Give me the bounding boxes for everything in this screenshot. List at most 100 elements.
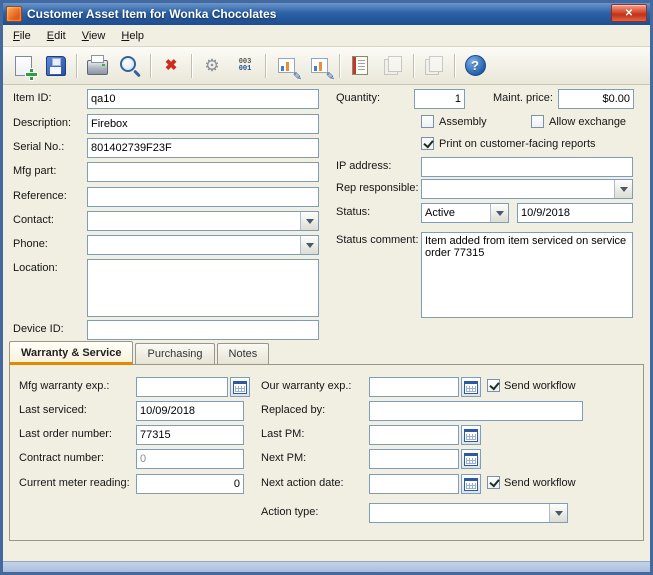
phone-value xyxy=(88,236,300,254)
toolbar-separator xyxy=(413,53,414,78)
send-workflow-warranty-checkbox[interactable] xyxy=(487,379,500,392)
mfg-warranty-exp-label: Mfg warranty exp.: xyxy=(19,380,110,392)
next-pm-calendar-button[interactable] xyxy=(461,449,481,469)
copy-button[interactable] xyxy=(418,50,450,82)
toolbar-separator xyxy=(76,53,77,78)
menu-help[interactable]: Help xyxy=(113,27,152,45)
customer-asset-item-window: Customer Asset Item for Wonka Chocolates… xyxy=(0,0,653,575)
save-button[interactable] xyxy=(40,50,72,82)
tab-warranty-service[interactable]: Warranty & Service xyxy=(9,341,134,365)
ip-address-label: IP address: xyxy=(336,160,392,172)
close-button[interactable]: ✕ xyxy=(611,4,647,22)
assembly-checkbox[interactable] xyxy=(421,115,434,128)
maint-price-input[interactable] xyxy=(558,89,634,109)
print-button[interactable] xyxy=(81,50,113,82)
mfg-warranty-exp-input[interactable] xyxy=(136,377,228,397)
menu-bar: File Edit View Help xyxy=(3,25,650,47)
toolbar-separator xyxy=(454,53,455,78)
serial-numbers-icon: 003 001 xyxy=(238,57,252,73)
chevron-down-icon[interactable] xyxy=(300,212,318,230)
our-warranty-exp-calendar-button[interactable] xyxy=(461,377,481,397)
chevron-down-icon[interactable] xyxy=(490,204,508,222)
tab-notes[interactable]: Notes xyxy=(216,343,270,364)
contact-combobox[interactable] xyxy=(87,211,319,231)
current-meter-reading-input[interactable] xyxy=(136,474,244,494)
status-date-input[interactable] xyxy=(517,203,633,223)
allow-exchange-label: Allow exchange xyxy=(549,116,627,128)
contact-label: Contact: xyxy=(13,214,54,226)
schedule-button[interactable]: ✎ xyxy=(303,50,335,82)
chevron-down-icon[interactable] xyxy=(300,236,318,254)
next-pm-input[interactable] xyxy=(369,449,459,469)
menu-view[interactable]: View xyxy=(74,27,114,45)
location-textarea[interactable] xyxy=(87,259,319,317)
contract-number-input[interactable] xyxy=(136,449,244,469)
rep-responsible-value xyxy=(422,180,614,198)
delete-icon: ✖ xyxy=(164,57,178,74)
ip-address-input[interactable] xyxy=(421,157,633,177)
print-reports-checkbox[interactable] xyxy=(421,137,434,150)
chevron-down-icon[interactable] xyxy=(549,504,567,522)
device-id-input[interactable] xyxy=(87,320,319,340)
our-warranty-exp-input[interactable] xyxy=(369,377,459,397)
phone-combobox[interactable] xyxy=(87,235,319,255)
analysis-button[interactable]: ✎ xyxy=(270,50,302,82)
status-comment-textarea[interactable]: Item added from item serviced on service… xyxy=(421,232,633,318)
menu-edit[interactable]: Edit xyxy=(39,27,74,45)
send-workflow-action-label: Send workflow xyxy=(504,477,576,489)
current-meter-reading-label: Current meter reading: xyxy=(19,477,130,489)
note-button[interactable] xyxy=(344,50,376,82)
calendar-icon xyxy=(464,380,478,394)
reference-input[interactable] xyxy=(87,187,319,207)
last-pm-input[interactable] xyxy=(369,425,459,445)
zoom-icon xyxy=(120,55,136,72)
serial-no-input[interactable] xyxy=(87,138,319,158)
app-icon xyxy=(6,6,22,22)
serial-numbers-button[interactable]: 003 001 xyxy=(229,50,261,82)
tab-purchasing[interactable]: Purchasing xyxy=(135,343,215,364)
save-icon xyxy=(46,55,66,76)
last-serviced-input[interactable] xyxy=(136,401,244,421)
chevron-down-icon[interactable] xyxy=(614,180,632,198)
title-bar: Customer Asset Item for Wonka Chocolates… xyxy=(3,3,650,25)
item-id-input[interactable] xyxy=(87,89,319,109)
mfg-warranty-exp-calendar-button[interactable] xyxy=(230,377,250,397)
last-pm-label: Last PM: xyxy=(261,428,305,440)
next-action-date-input[interactable] xyxy=(369,474,459,494)
delete-button[interactable]: ✖ xyxy=(155,50,187,82)
last-pm-calendar-button[interactable] xyxy=(461,425,481,445)
device-id-label: Device ID: xyxy=(13,323,64,335)
assembly-label: Assembly xyxy=(439,116,487,128)
allow-exchange-checkbox[interactable] xyxy=(531,115,544,128)
phone-label: Phone: xyxy=(13,238,48,250)
note-icon xyxy=(352,56,368,75)
process-button[interactable]: ⚙ xyxy=(196,50,228,82)
next-action-date-calendar-button[interactable] xyxy=(461,474,481,494)
gear-icon: ⚙ xyxy=(204,56,220,75)
quantity-input[interactable] xyxy=(414,89,465,109)
action-type-combobox[interactable] xyxy=(369,503,568,523)
description-input[interactable] xyxy=(87,114,319,134)
help-button[interactable]: ? xyxy=(459,50,491,82)
toolbar: ✖ ⚙ 003 001 ✎ ✎ ? xyxy=(3,47,650,85)
mfg-part-input[interactable] xyxy=(87,162,319,182)
new-record-button[interactable] xyxy=(7,50,39,82)
rep-responsible-combobox[interactable] xyxy=(421,179,633,199)
zoom-button[interactable] xyxy=(114,50,146,82)
status-comment-label: Status comment: xyxy=(336,234,419,246)
copy-icon xyxy=(425,56,443,75)
menu-file[interactable]: File xyxy=(5,27,39,45)
last-order-number-input[interactable] xyxy=(136,425,244,445)
replaced-by-label: Replaced by: xyxy=(261,404,326,416)
contract-number-label: Contract number: xyxy=(19,452,104,464)
rep-responsible-label: Rep responsible: xyxy=(336,182,419,194)
form-body: Item ID: Description: Serial No.: Mfg pa… xyxy=(3,85,650,562)
action-type-value xyxy=(370,504,549,522)
pencil-icon: ✎ xyxy=(325,70,335,83)
links-button[interactable] xyxy=(377,50,409,82)
replaced-by-input[interactable] xyxy=(369,401,583,421)
last-order-number-label: Last order number: xyxy=(19,428,112,440)
description-label: Description: xyxy=(13,117,72,129)
status-combobox[interactable]: Active xyxy=(421,203,509,223)
send-workflow-action-checkbox[interactable] xyxy=(487,476,500,489)
